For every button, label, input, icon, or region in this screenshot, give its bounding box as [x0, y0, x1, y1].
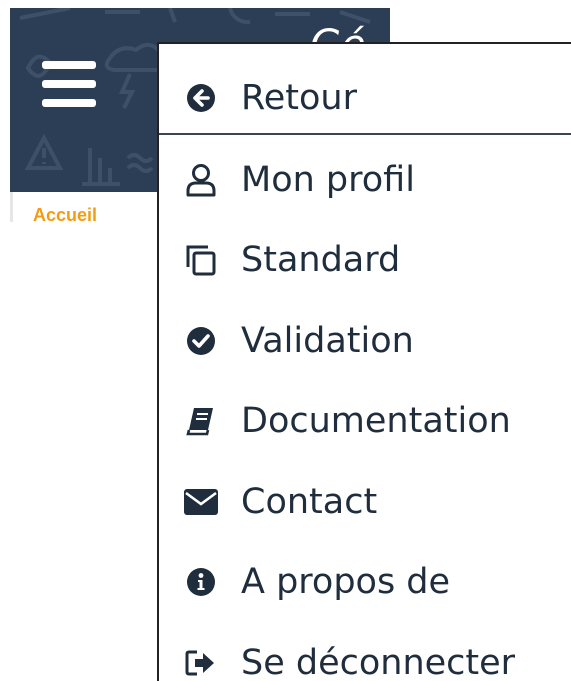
- menu-item-logout[interactable]: Se déconnecter: [159, 628, 571, 681]
- user-icon: [181, 160, 221, 200]
- menu-item-label: Validation: [241, 320, 414, 361]
- menu-item-about[interactable]: A propos de: [159, 547, 571, 617]
- menu-item-label: Retour: [241, 77, 357, 118]
- menu-item-profile[interactable]: Mon profil: [159, 145, 571, 215]
- menu-item-contact[interactable]: Contact: [159, 467, 571, 537]
- menu-item-standard[interactable]: Standard: [159, 225, 571, 295]
- dropdown-menu: Retour Mon profil Standard Validation Do…: [157, 42, 571, 681]
- envelope-icon: [181, 482, 221, 522]
- menu-item-documentation[interactable]: Documentation: [159, 386, 571, 456]
- menu-item-validation[interactable]: Validation: [159, 306, 571, 376]
- info-circle-icon: [181, 562, 221, 602]
- hamburger-menu-icon[interactable]: [42, 61, 96, 107]
- menu-item-label: Documentation: [241, 400, 511, 441]
- copy-icon: [181, 240, 221, 280]
- menu-item-label: Se déconnecter: [241, 642, 516, 681]
- book-icon: [181, 401, 221, 441]
- menu-divider: [159, 133, 571, 135]
- menu-item-label: A propos de: [241, 561, 451, 602]
- arrow-left-circle-icon: [181, 78, 221, 118]
- menu-item-label: Standard: [241, 239, 401, 280]
- menu-item-back[interactable]: Retour: [159, 63, 571, 133]
- breadcrumb-home-link[interactable]: Accueil: [33, 205, 97, 226]
- screen: Gé Accueil Retour Mon profil: [0, 0, 571, 681]
- menu-item-label: Mon profil: [241, 159, 415, 200]
- menu-item-label: Contact: [241, 481, 378, 522]
- check-circle-icon: [181, 321, 221, 361]
- sign-out-icon: [181, 643, 221, 681]
